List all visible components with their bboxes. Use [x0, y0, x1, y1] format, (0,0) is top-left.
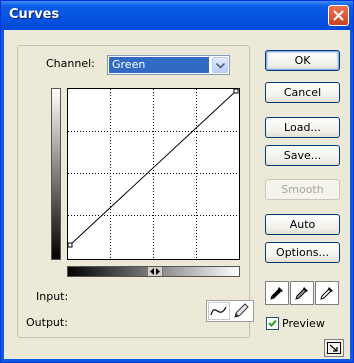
curve-tool-button[interactable] — [208, 302, 230, 320]
auto-button[interactable]: Auto — [265, 214, 340, 235]
window-title: Curves — [9, 7, 60, 22]
chevron-down-icon — [216, 63, 225, 69]
options-button[interactable]: Options... — [265, 242, 340, 263]
input-label: Input: — [36, 290, 69, 303]
curves-dialog: Curves Channel: Green Input: Output: OK … — [0, 0, 354, 363]
channel-select[interactable]: Green — [107, 55, 230, 75]
curves-group: Channel: Green Input: Output: — [17, 45, 254, 338]
load-button[interactable]: Load... — [265, 117, 340, 138]
curve-graph[interactable] — [67, 88, 240, 260]
channel-dropdown-button[interactable] — [212, 57, 228, 73]
expand-view-icon — [327, 342, 341, 354]
black-point-eyedropper[interactable] — [265, 281, 289, 305]
eyedropper-white-icon — [320, 287, 333, 300]
title-bar[interactable]: Curves — [1, 1, 353, 30]
preview-label[interactable]: Preview — [282, 317, 325, 330]
curve-point-start[interactable] — [68, 242, 73, 248]
dialog-body: Channel: Green Input: Output: OK Cancel … — [4, 30, 350, 359]
preview-checkbox[interactable] — [266, 317, 279, 330]
graph-grid — [68, 89, 239, 259]
curve-tools — [206, 300, 254, 322]
white-point-eyedropper[interactable] — [315, 281, 339, 305]
smooth-button[interactable]: Smooth — [265, 179, 340, 200]
pencil-icon — [234, 303, 249, 318]
curve-point-end[interactable] — [233, 89, 239, 94]
ok-button[interactable]: OK — [265, 50, 340, 71]
close-icon — [333, 10, 344, 21]
cancel-button[interactable]: Cancel — [265, 82, 340, 103]
pencil-tool-button[interactable] — [231, 302, 253, 320]
checkmark-icon — [268, 319, 277, 327]
gradient-direction-toggle[interactable] — [147, 267, 163, 276]
expand-view-button[interactable] — [324, 339, 344, 357]
eyedropper-gray-icon — [295, 287, 308, 300]
channel-label: Channel: — [46, 57, 95, 70]
eyedropper-group — [265, 281, 340, 305]
close-button[interactable] — [328, 5, 349, 26]
input-gradient-bar — [67, 266, 240, 277]
save-button[interactable]: Save... — [265, 145, 340, 166]
output-gradient-bar — [51, 88, 61, 260]
eyedropper-black-icon — [270, 287, 283, 300]
output-label: Output: — [26, 316, 68, 329]
gray-point-eyedropper[interactable] — [290, 281, 314, 305]
curve-tool-icon — [210, 306, 227, 316]
channel-select-value: Green — [109, 57, 209, 73]
swap-arrows-icon — [150, 268, 160, 275]
